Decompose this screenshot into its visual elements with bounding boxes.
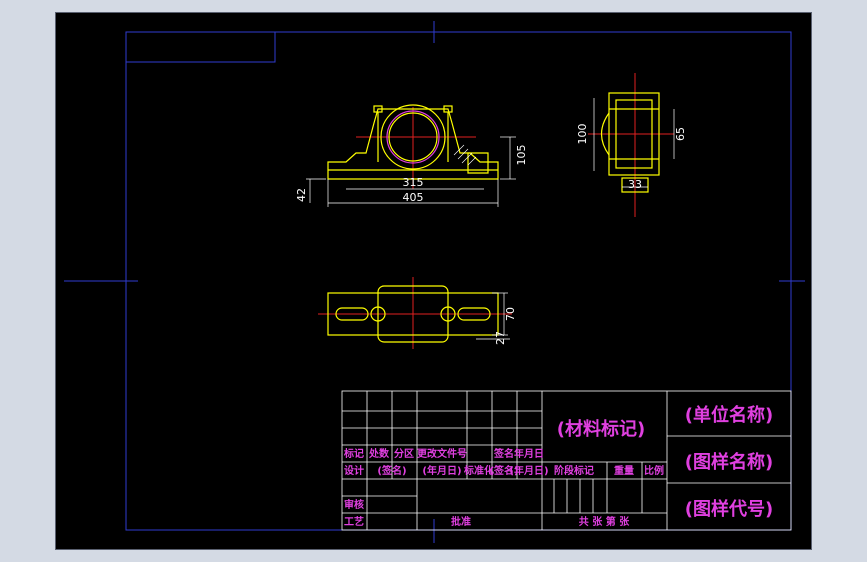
material-mark: (材料标记) [557, 418, 645, 440]
process-label: 工艺 [344, 515, 364, 528]
scale-label: 比例 [644, 464, 664, 477]
hdr-change-doc: 更改文件号 [417, 447, 467, 460]
weight-label: 重量 [614, 464, 634, 477]
hdr-mark: 标记 [343, 447, 364, 460]
stage-mark-label: 阶段标记 [554, 464, 594, 477]
side-dim-33: 33 [628, 178, 642, 191]
design-date: (年月日) [422, 464, 461, 477]
drawing-name: (图样名称) [685, 451, 773, 473]
top-dim-70: 70 [504, 307, 517, 321]
cad-drawing: 315 405 105 42 100 65 33 70 27 (材料标记) (单… [64, 21, 805, 543]
side-view: 100 65 33 [576, 73, 687, 217]
design-label: 设计 [344, 464, 364, 477]
hdr-zone: 分区 [394, 447, 414, 460]
top-view: 70 27 [318, 277, 517, 349]
corner-box [125, 31, 276, 63]
front-dim-405: 405 [403, 191, 424, 204]
front-view: 315 405 105 42 [295, 104, 528, 207]
front-dim-105: 105 [515, 145, 528, 166]
front-dim-315: 315 [403, 176, 424, 189]
approve-label: 批准 [451, 515, 471, 528]
drawing-code: (图样代号) [685, 498, 773, 520]
review-label: 审核 [344, 498, 364, 511]
hdr-date: 年月日 [514, 447, 544, 460]
hdr-sign: 签名 [493, 447, 514, 460]
side-dim-100: 100 [576, 124, 589, 145]
unit-name: (单位名称) [685, 404, 773, 426]
title-block: (材料标记) (单位名称) (图样名称) (图样代号) 标记 处数 分区 更改文… [341, 390, 792, 531]
design-sign: (签名) [377, 464, 406, 477]
side-dim-65: 65 [674, 127, 687, 141]
drawing-sheet: 315 405 105 42 100 65 33 70 27 (材料标记) (单… [55, 12, 812, 550]
top-dim-27: 27 [494, 331, 507, 345]
hdr-count: 处数 [368, 447, 390, 460]
sheet-count: 共 张 第 张 [579, 515, 630, 528]
standard-date: (年月日) [509, 464, 548, 477]
front-dim-42: 42 [295, 188, 308, 202]
